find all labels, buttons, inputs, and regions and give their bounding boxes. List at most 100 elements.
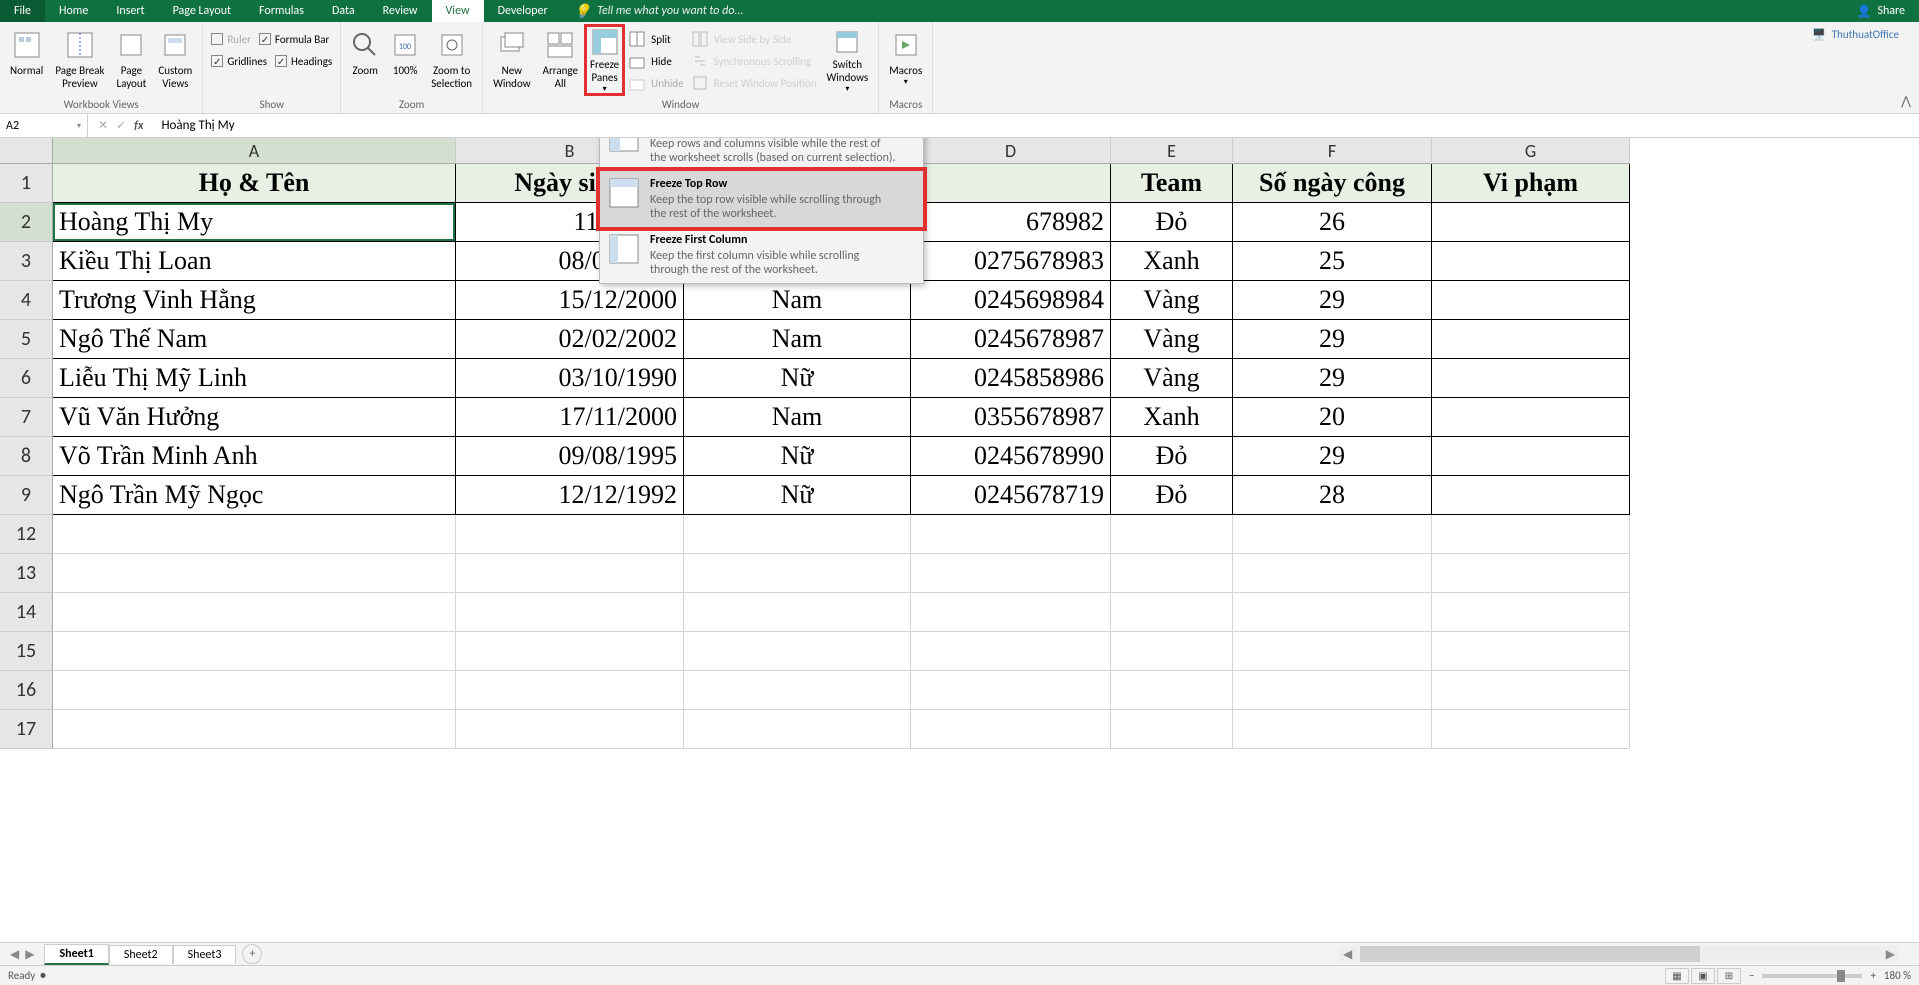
- empty-cell[interactable]: [53, 515, 456, 554]
- scroll-thumb[interactable]: [1360, 946, 1700, 962]
- empty-cell[interactable]: [456, 632, 684, 671]
- sheet-tab-3[interactable]: Sheet3: [173, 945, 237, 964]
- cell[interactable]: 0355678987: [911, 398, 1111, 437]
- empty-cell[interactable]: [1233, 671, 1432, 710]
- formula-text[interactable]: Hoàng Thị My: [153, 118, 242, 133]
- custom-views-button[interactable]: Custom Views: [152, 24, 198, 96]
- cell[interactable]: Nam: [684, 281, 911, 320]
- cell[interactable]: 0245858986: [911, 359, 1111, 398]
- empty-cell[interactable]: [53, 671, 456, 710]
- row-head-2[interactable]: 2: [0, 203, 53, 242]
- empty-cell[interactable]: [1111, 671, 1233, 710]
- cell[interactable]: 0245678990: [911, 437, 1111, 476]
- header-cell[interactable]: [911, 164, 1111, 203]
- row-head-9[interactable]: 9: [0, 476, 53, 515]
- cell[interactable]: Nam: [684, 320, 911, 359]
- empty-cell[interactable]: [911, 593, 1111, 632]
- cell[interactable]: 15/12/2000: [456, 281, 684, 320]
- cell[interactable]: 25: [1233, 242, 1432, 281]
- cell[interactable]: [1432, 242, 1630, 281]
- cell[interactable]: [1432, 281, 1630, 320]
- col-head-a[interactable]: A: [53, 138, 456, 164]
- cell[interactable]: Nam: [684, 398, 911, 437]
- header-cell[interactable]: Team: [1111, 164, 1233, 203]
- cell[interactable]: 0245678719: [911, 476, 1111, 515]
- cell[interactable]: 28: [1233, 476, 1432, 515]
- zoom-out-button[interactable]: −: [1749, 969, 1754, 982]
- arrange-all-button[interactable]: Arrange All: [537, 24, 584, 96]
- tab-formulas[interactable]: Formulas: [245, 0, 318, 22]
- empty-cell[interactable]: [1111, 515, 1233, 554]
- tab-home[interactable]: Home: [45, 0, 102, 22]
- cell[interactable]: 0245698984: [911, 281, 1111, 320]
- cell[interactable]: Đỏ: [1111, 437, 1233, 476]
- cell[interactable]: Xanh: [1111, 242, 1233, 281]
- macro-rec-icon[interactable]: ⏺: [40, 969, 46, 982]
- col-head-d[interactable]: D: [911, 138, 1111, 164]
- empty-cell[interactable]: [53, 593, 456, 632]
- cell[interactable]: [1432, 476, 1630, 515]
- cell[interactable]: 20: [1233, 398, 1432, 437]
- row-head-1[interactable]: 1: [0, 164, 53, 203]
- cell[interactable]: Đỏ: [1111, 203, 1233, 242]
- cell[interactable]: 678982: [911, 203, 1111, 242]
- row-head-17[interactable]: 17: [0, 710, 53, 749]
- split-button[interactable]: Split: [625, 28, 687, 50]
- header-cell[interactable]: Vi phạm: [1432, 164, 1630, 203]
- chevron-down-icon[interactable]: ▾: [77, 121, 81, 131]
- cell[interactable]: 0245678987: [911, 320, 1111, 359]
- cell[interactable]: Đỏ: [1111, 476, 1233, 515]
- horizontal-scrollbar[interactable]: ◀▶: [1339, 946, 1899, 962]
- empty-cell[interactable]: [1111, 710, 1233, 749]
- empty-cell[interactable]: [1233, 515, 1432, 554]
- zoom-slider[interactable]: [1762, 974, 1862, 978]
- empty-cell[interactable]: [53, 710, 456, 749]
- zoom-value[interactable]: 180 %: [1884, 969, 1911, 982]
- cell[interactable]: 29: [1233, 320, 1432, 359]
- empty-cell[interactable]: [911, 554, 1111, 593]
- empty-cell[interactable]: [911, 671, 1111, 710]
- empty-cell[interactable]: [684, 632, 911, 671]
- empty-cell[interactable]: [456, 515, 684, 554]
- name-box[interactable]: A2▾: [0, 114, 88, 137]
- empty-cell[interactable]: [1233, 554, 1432, 593]
- empty-cell[interactable]: [456, 593, 684, 632]
- cell[interactable]: Vàng: [1111, 320, 1233, 359]
- row-head-7[interactable]: 7: [0, 398, 53, 437]
- empty-cell[interactable]: [1432, 515, 1630, 554]
- tab-data[interactable]: Data: [318, 0, 369, 22]
- header-cell[interactable]: Họ & Tên: [53, 164, 456, 203]
- empty-cell[interactable]: [1432, 710, 1630, 749]
- formula-bar-check[interactable]: Formula Bar: [255, 28, 333, 50]
- collapse-ribbon-button[interactable]: ⋀: [1901, 94, 1911, 109]
- page-break-view-button[interactable]: ⊞: [1717, 968, 1741, 984]
- empty-cell[interactable]: [684, 554, 911, 593]
- freeze-panes-button[interactable]: Freeze Panes▾: [584, 24, 625, 96]
- empty-cell[interactable]: [1432, 554, 1630, 593]
- nav-right-icon[interactable]: ▶: [25, 947, 34, 962]
- cell[interactable]: 09/08/1995: [456, 437, 684, 476]
- nav-left-icon[interactable]: ◀: [10, 947, 19, 962]
- zoom-selection-button[interactable]: Zoom to Selection: [425, 24, 478, 96]
- empty-cell[interactable]: [684, 593, 911, 632]
- sheet-tab-1[interactable]: Sheet1: [44, 944, 108, 965]
- normal-view-button[interactable]: ▦: [1665, 968, 1689, 984]
- cell[interactable]: [1432, 398, 1630, 437]
- empty-cell[interactable]: [1432, 671, 1630, 710]
- empty-cell[interactable]: [1233, 710, 1432, 749]
- cell[interactable]: Võ Trần Minh Anh: [53, 437, 456, 476]
- cell[interactable]: [1432, 437, 1630, 476]
- cell[interactable]: Trương Vinh Hằng: [53, 281, 456, 320]
- tab-page-layout[interactable]: Page Layout: [159, 0, 245, 22]
- empty-cell[interactable]: [456, 710, 684, 749]
- switch-windows-button[interactable]: Switch Windows▾: [820, 24, 874, 96]
- scroll-left-icon[interactable]: ◀: [1339, 947, 1356, 962]
- scroll-right-icon[interactable]: ▶: [1882, 947, 1899, 962]
- cell[interactable]: 0275678983: [911, 242, 1111, 281]
- row-head-8[interactable]: 8: [0, 437, 53, 476]
- cell[interactable]: [1432, 359, 1630, 398]
- add-sheet-button[interactable]: +: [242, 944, 262, 964]
- tab-review[interactable]: Review: [369, 0, 432, 22]
- zoom-100-button[interactable]: 100100%: [385, 24, 425, 96]
- row-head-12[interactable]: 12: [0, 515, 53, 554]
